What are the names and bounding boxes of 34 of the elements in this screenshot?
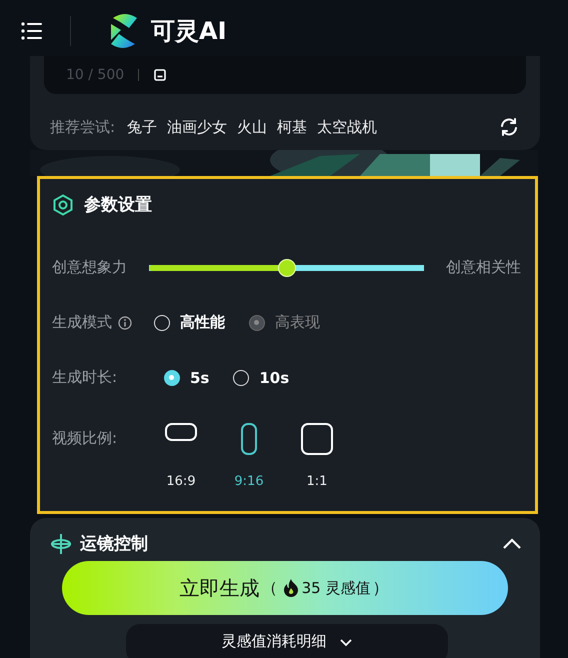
generate-button[interactable]: 立即生成（ 35 灵感值） <box>62 561 508 615</box>
field-label: 视频比例: <box>52 429 118 448</box>
move-icon <box>50 532 72 554</box>
suggestion-chip[interactable]: 油画少女 <box>167 118 228 136</box>
suggestion-chip[interactable]: 柯基 <box>277 118 308 136</box>
radio-button[interactable] <box>164 370 180 386</box>
suggestion-chip[interactable]: 太空战机 <box>317 118 378 136</box>
chevron-icon[interactable] <box>502 538 522 550</box>
panel-title: 参数设置 <box>84 194 152 216</box>
field-label: 生成模式 <box>52 313 112 332</box>
suggestion-chip[interactable]: 兔子 <box>127 118 158 136</box>
option-label[interactable]: 高性能 <box>180 313 225 332</box>
slider-label: 创意相关性 <box>446 258 521 277</box>
suggestion-label: 推荐尝试: <box>50 118 116 136</box>
ratio-label: 16:9 <box>166 474 196 489</box>
cost-details-button[interactable]: 灵感值消耗明细 <box>126 624 448 658</box>
refresh-icon[interactable] <box>498 116 520 138</box>
clear-icon[interactable] <box>153 68 168 82</box>
slider-thumb[interactable] <box>278 260 294 276</box>
ratio-label: 1:1 <box>306 474 328 489</box>
section-title: 运镜控制 <box>80 533 148 555</box>
info-icon[interactable] <box>118 316 132 330</box>
option-label[interactable]: 5s <box>190 368 210 386</box>
app-name: 可灵AI <box>151 16 227 47</box>
slider-label: 创意想象力 <box>52 258 127 277</box>
character-counter: 10 / 500 <box>66 67 124 83</box>
field-label: 生成时长: <box>52 368 118 387</box>
menu-icon[interactable] <box>20 21 44 41</box>
flame-icon <box>282 579 299 597</box>
option-label[interactable]: 10s <box>259 368 290 386</box>
ratio-label: 9:16 <box>234 474 264 489</box>
aspect-ratio-option[interactable] <box>241 423 257 455</box>
hexagon-icon <box>52 194 74 216</box>
suggestion-chip[interactable]: 火山 <box>237 118 268 136</box>
